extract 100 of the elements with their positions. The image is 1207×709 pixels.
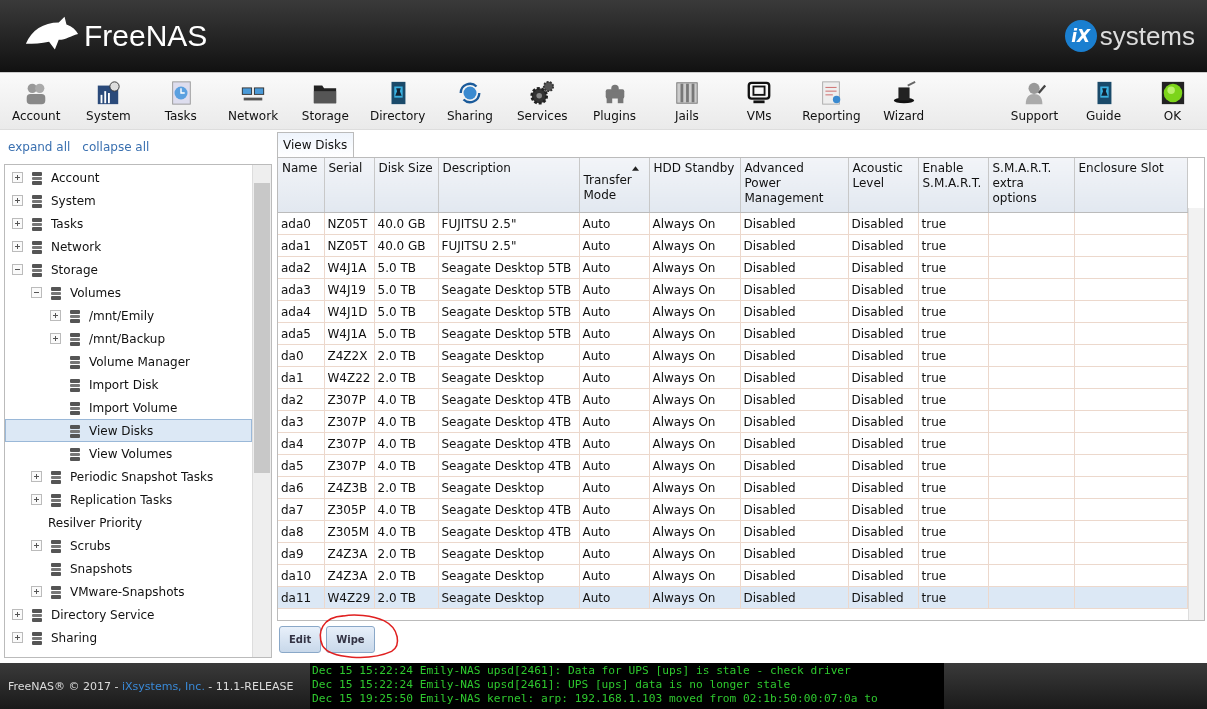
column-header[interactable]: Name xyxy=(278,158,324,213)
tree-item[interactable]: Account xyxy=(5,166,252,189)
tree-item[interactable]: Volumes xyxy=(5,281,252,304)
toolbar-button[interactable]: Storage xyxy=(289,73,362,129)
table-row[interactable]: da0 Z4Z2X 2.0 TB Seagate Desktop Auto Always On Disabled Disabled true xyxy=(278,344,1187,367)
table-cell: Disabled xyxy=(740,256,848,279)
tree-item[interactable]: Storage xyxy=(5,258,252,281)
expand-icon[interactable] xyxy=(31,471,42,482)
table-row[interactable]: da11 W4Z29 2.0 TB Seagate Desktop Auto Always On Disabled Disabled true xyxy=(278,586,1187,609)
expand-icon[interactable] xyxy=(31,540,42,551)
table-cell: Disabled xyxy=(740,564,848,587)
company-link[interactable]: iXsystems, Inc. xyxy=(122,679,205,693)
action-button[interactable]: Wipe xyxy=(326,626,375,653)
toolbar-button[interactable]: Jails xyxy=(650,73,723,129)
tree-item[interactable]: View Disks xyxy=(5,419,252,442)
table-row[interactable]: da10 Z4Z3A 2.0 TB Seagate Desktop Auto Always On Disabled Disabled true xyxy=(278,564,1187,587)
collapse-icon[interactable] xyxy=(31,287,42,298)
toolbar-button[interactable]: Network xyxy=(216,73,290,129)
table-row[interactable]: da4 Z307P 4.0 TB Seagate Desktop 4TB Auto Always On Disabled Disabled true xyxy=(278,432,1187,455)
tree-item[interactable]: Snapshots xyxy=(5,557,252,580)
table-row[interactable]: da3 Z307P 4.0 TB Seagate Desktop 4TB Auto Always On Disabled Disabled true xyxy=(278,410,1187,433)
expand-icon[interactable] xyxy=(50,310,61,321)
column-header[interactable]: Advanced Power Management xyxy=(740,158,848,213)
table-cell: Always On xyxy=(649,520,740,543)
toolbar-button[interactable]: System xyxy=(72,73,145,129)
expand-icon[interactable] xyxy=(12,218,23,229)
expand-icon[interactable] xyxy=(31,494,42,505)
table-cell: ada3 xyxy=(278,278,324,301)
tab[interactable]: View Disks xyxy=(277,132,355,157)
tree-item[interactable]: Import Disk xyxy=(5,373,252,396)
tree-item[interactable]: Import Volume xyxy=(5,396,252,419)
expand-icon[interactable] xyxy=(12,195,23,206)
table-cell: da3 xyxy=(278,410,324,433)
tree-item[interactable]: Periodic Snapshot Tasks xyxy=(5,465,252,488)
table-row[interactable]: ada3 W4J19 5.0 TB Seagate Desktop 5TB Auto Always On Disabled Disabled true xyxy=(278,278,1187,301)
table-cell: Disabled xyxy=(740,300,848,323)
column-header[interactable]: Enable S.M.A.R.T. xyxy=(918,158,988,213)
table-row[interactable]: ada2 W4J1A 5.0 TB Seagate Desktop 5TB Auto Always On Disabled Disabled true xyxy=(278,256,1187,279)
tree-item[interactable]: /mnt/Emily xyxy=(5,304,252,327)
expand-icon[interactable] xyxy=(12,241,23,252)
toolbar-button[interactable]: Services xyxy=(506,73,579,129)
table-cell: Disabled xyxy=(848,520,918,543)
disk-stack-icon xyxy=(67,399,83,416)
table-row[interactable]: da5 Z307P 4.0 TB Seagate Desktop 4TB Auto Always On Disabled Disabled true xyxy=(278,454,1187,477)
tree-link[interactable]: expand all xyxy=(8,140,71,154)
table-row[interactable]: da6 Z4Z3B 2.0 TB Seagate Desktop Auto Always On Disabled Disabled true xyxy=(278,476,1187,499)
tree-item[interactable]: View Volumes xyxy=(5,442,252,465)
column-header[interactable]: Serial xyxy=(324,158,374,213)
tree-item[interactable]: Directory Service xyxy=(5,603,252,626)
column-header[interactable]: Transfer Mode xyxy=(579,158,649,213)
tree-item[interactable]: Tasks xyxy=(5,212,252,235)
table-cell: Z307P xyxy=(324,454,374,477)
toolbar-button[interactable]: OK xyxy=(1138,73,1207,129)
expand-icon[interactable] xyxy=(12,172,23,183)
disk-stack-icon xyxy=(48,560,64,577)
column-header[interactable]: Enclosure Slot xyxy=(1074,158,1187,213)
table-cell: ada2 xyxy=(278,256,324,279)
table-row[interactable]: da2 Z307P 4.0 TB Seagate Desktop 4TB Auto Always On Disabled Disabled true xyxy=(278,388,1187,411)
expand-icon[interactable] xyxy=(12,609,23,620)
tree-item[interactable]: Resilver Priority xyxy=(5,511,252,534)
tree-item[interactable]: Network xyxy=(5,235,252,258)
table-row[interactable]: da7 Z305P 4.0 TB Seagate Desktop 4TB Auto Always On Disabled Disabled true xyxy=(278,498,1187,521)
expand-icon[interactable] xyxy=(12,632,23,643)
toolbar-button[interactable]: Reporting xyxy=(795,73,868,129)
table-row[interactable]: ada0 NZ05T 40.0 GB FUJITSU 2.5" Auto Always On Disabled Disabled true xyxy=(278,212,1187,235)
toolbar-button[interactable]: Wizard xyxy=(867,73,940,129)
table-row[interactable]: da1 W4Z22 2.0 TB Seagate Desktop Auto Always On Disabled Disabled true xyxy=(278,366,1187,389)
table-row[interactable]: da8 Z305M 4.0 TB Seagate Desktop 4TB Auto Always On Disabled Disabled true xyxy=(278,520,1187,543)
tree-item[interactable]: Replication Tasks xyxy=(5,488,252,511)
table-cell: NZ05T xyxy=(324,212,374,235)
table-row[interactable]: ada1 NZ05T 40.0 GB FUJITSU 2.5" Auto Always On Disabled Disabled true xyxy=(278,234,1187,257)
column-header[interactable]: HDD Standby xyxy=(649,158,740,213)
tree-item[interactable]: VMware-Snapshots xyxy=(5,580,252,603)
collapse-icon[interactable] xyxy=(12,264,23,275)
scrollbar[interactable] xyxy=(252,165,271,657)
column-header[interactable]: Disk Size xyxy=(374,158,438,213)
table-row[interactable]: da9 Z4Z3A 2.0 TB Seagate Desktop Auto Always On Disabled Disabled true xyxy=(278,542,1187,565)
tree-item[interactable]: Sharing xyxy=(5,626,252,649)
table-row[interactable]: ada5 W4J1A 5.0 TB Seagate Desktop 5TB Auto Always On Disabled Disabled true xyxy=(278,322,1187,345)
column-header[interactable]: Acoustic Level xyxy=(848,158,918,213)
tree-item[interactable]: Scrubs xyxy=(5,534,252,557)
toolbar-button[interactable]: Tasks xyxy=(144,73,217,129)
column-header[interactable]: S.M.A.R.T. extra options xyxy=(988,158,1074,213)
tree-item[interactable]: Volume Manager xyxy=(5,350,252,373)
toolbar-button[interactable]: Guide xyxy=(1069,73,1138,129)
action-button[interactable]: Edit xyxy=(279,626,322,653)
toolbar-button[interactable]: Support xyxy=(1000,73,1069,129)
expand-icon[interactable] xyxy=(50,333,61,344)
tree-item[interactable]: System xyxy=(5,189,252,212)
tree-item[interactable]: /mnt/Backup xyxy=(5,327,252,350)
table-row[interactable]: ada4 W4J1D 5.0 TB Seagate Desktop 5TB Auto Always On Disabled Disabled true xyxy=(278,300,1187,323)
toolbar-button[interactable]: Sharing xyxy=(433,73,507,129)
tree-link[interactable]: collapse all xyxy=(82,140,150,154)
toolbar-button[interactable]: Directory xyxy=(361,73,434,129)
expand-icon[interactable] xyxy=(31,586,42,597)
toolbar-button[interactable]: Account xyxy=(0,73,73,129)
toolbar-button[interactable]: VMs xyxy=(722,73,796,129)
column-header[interactable]: Description xyxy=(438,158,579,213)
table-cell: true xyxy=(918,234,988,257)
toolbar-button[interactable]: Plugins xyxy=(578,73,651,129)
